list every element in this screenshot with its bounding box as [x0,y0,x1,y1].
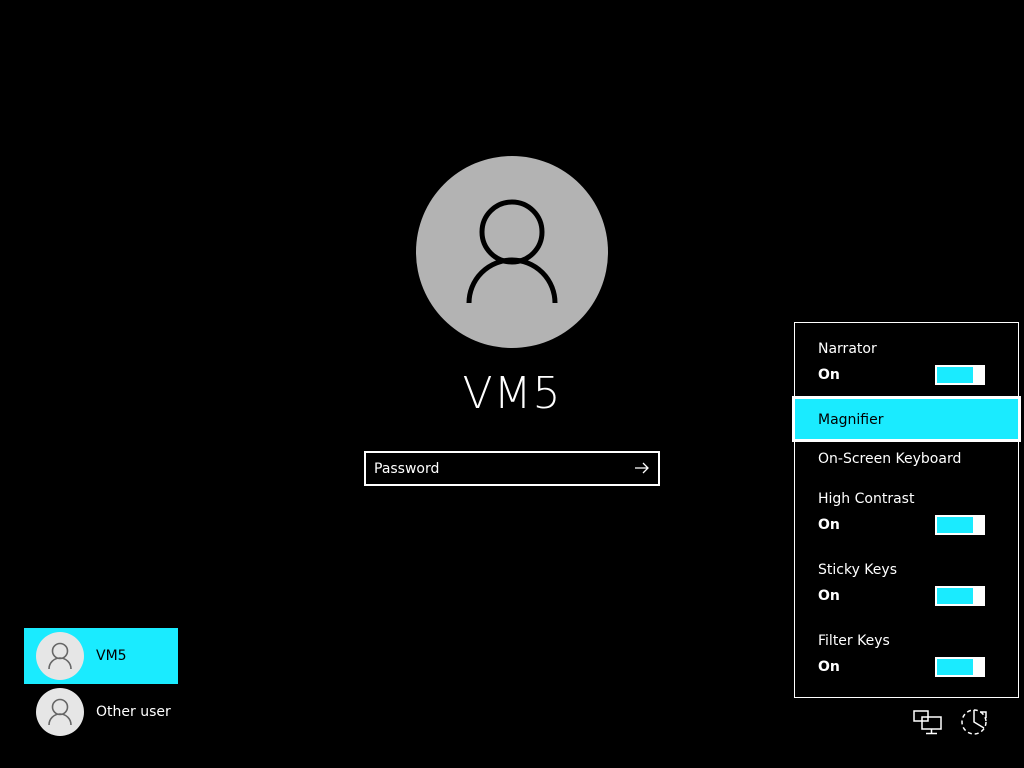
password-field[interactable] [364,451,660,486]
ease-of-access-icon[interactable] [958,706,990,738]
user-icon [48,698,72,726]
user-avatar-small [36,688,84,736]
user-avatar [416,156,608,348]
narrator-toggle[interactable] [935,365,985,385]
password-input[interactable] [366,453,628,484]
ease-item-sticky-keys[interactable]: Sticky Keys On [795,556,1018,614]
ease-item-filter-keys[interactable]: Filter Keys On [795,627,1018,685]
high-contrast-toggle[interactable] [935,515,985,535]
ease-item-state: On [818,517,840,533]
ease-item-label: Narrator [818,341,877,357]
user-tile-label: VM5 [96,648,127,664]
ease-item-label: On-Screen Keyboard [818,451,962,467]
user-icon [466,199,558,304]
sticky-keys-toggle[interactable] [935,586,985,606]
network-icon[interactable] [912,706,944,738]
user-tile-label: Other user [96,704,171,720]
ease-item-state: On [818,588,840,604]
ease-item-label: High Contrast [818,491,915,507]
username-title: VM5 [462,368,562,419]
user-icon [48,642,72,670]
ease-item-magnifier[interactable]: Magnifier [792,396,1021,442]
ease-item-state: On [818,367,840,383]
ease-item-label: Sticky Keys [818,562,897,578]
arrow-right-icon[interactable] [634,460,650,476]
user-tile-other-user[interactable]: Other user [24,684,178,740]
user-avatar-small [36,632,84,680]
ease-item-narrator[interactable]: Narrator On [795,335,1018,393]
ease-of-access-panel: Narrator On Magnifier On-Screen Keyboard… [792,322,1021,698]
ease-item-state: On [818,659,840,675]
ease-item-high-contrast[interactable]: High Contrast On [795,485,1018,543]
filter-keys-toggle[interactable] [935,657,985,677]
ease-item-label: Filter Keys [818,633,890,649]
user-tile-vm5[interactable]: VM5 [24,628,178,684]
ease-item-onscreen-keyboard[interactable]: On-Screen Keyboard [795,447,1018,477]
ease-item-label: Magnifier [818,412,884,428]
